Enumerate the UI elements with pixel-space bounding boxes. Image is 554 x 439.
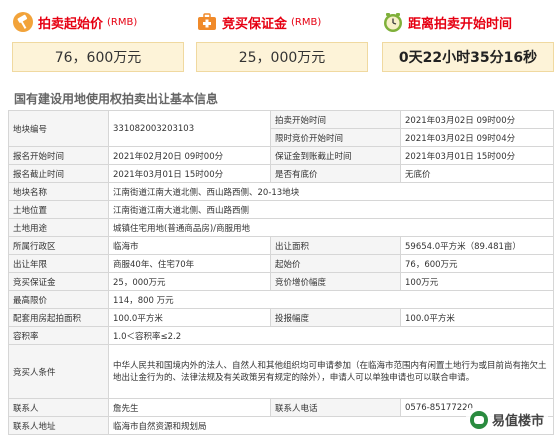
row-label: 限时竞价开始时间 [270,128,401,147]
countdown-card: 距离拍卖开始时间 0天22小时35分16秒 [382,8,554,72]
row-value: 2021年03月01日 15时00分 [400,146,554,165]
row-value: 中华人民共和国境内外的法人、自然人和其他组织均可申请参加（在临海市范围内有闲置土… [108,344,554,399]
row-label: 地块编号 [8,110,109,147]
start-price-currency: (RMB) [107,16,138,28]
row-label: 土地用途 [8,218,109,237]
row-label: 联系人地址 [8,416,109,435]
row-value: 2021年03月01日 15时00分 [108,164,271,183]
gavel-icon [12,11,34,33]
deposit-header: 竞买保证金 (RMB) [196,8,368,36]
start-price-value: 76，600万元 [12,42,184,72]
row-label: 容积率 [8,326,109,345]
row-value: 59654.0平方米（89.481亩） [400,236,554,255]
row-value: 2021年02月20日 09时00分 [108,146,271,165]
clock-icon [382,11,404,33]
row-label: 竞买保证金 [8,272,109,291]
row-value: 商服40年、住宅70年 [108,254,271,273]
watermark-text: 易值楼市 [491,414,544,429]
row-label: 是否有底价 [270,164,401,183]
row-value: 100.0平方米 [108,308,271,327]
start-price-label: 拍卖起始价 [38,16,104,32]
row-value: 江南街道江南大道北侧、西山路西侧、20-13地块 [108,182,554,201]
land-info-table: 地块编号 331082003203103 拍卖开始时间 2021年03月02日 … [8,110,554,435]
table-row: 报名截止时间 2021年03月01日 15时00分 是否有底价 无底价 [8,164,554,183]
table-row: 土地用途 城镇住宅用地(普通商品房)/商服用地 [8,218,554,237]
countdown-label: 距离拍卖开始时间 [408,16,513,32]
table-row: 地块编号 331082003203103 拍卖开始时间 2021年03月02日 … [8,110,554,147]
row-label: 报名截止时间 [8,164,109,183]
table-row: 容积率 1.0＜容积率≤2.2 [8,326,554,345]
deposit-label: 竞买保证金 [222,16,288,32]
deposit-card: 竞买保证金 (RMB) 25，000万元 [196,8,368,72]
deposit-currency: (RMB) [291,16,322,28]
countdown-value: 0天22小时35分16秒 [382,42,554,72]
medical-kit-icon [196,11,218,33]
start-price-card: 拍卖起始价 (RMB) 76，600万元 [12,8,184,72]
table-row: 最高限价 114，800 万元 [8,290,554,309]
row-label: 出让年限 [8,254,109,273]
row-label: 所属行政区 [8,236,109,255]
row-label: 保证金到账截止时间 [270,146,401,165]
row-value: 25，000万元 [108,272,271,291]
watermark: 易值楼市 [465,408,548,431]
row-label: 投报幅度 [270,308,401,327]
row-label: 配套用房起拍面积 [8,308,109,327]
wechat-logo-icon [469,410,488,429]
table-row: 土地位置 江南街道江南大道北侧、西山路西侧 [8,200,554,219]
row-label: 报名开始时间 [8,146,109,165]
row-value: 331082003203103 [108,110,271,147]
row-value: 无底价 [400,164,554,183]
row-label: 竞买人条件 [8,344,109,399]
table-row: 出让年限 商服40年、住宅70年 起始价 76，600万元 [8,254,554,273]
summary-cards: 拍卖起始价 (RMB) 76，600万元 竞买保证金 (RMB) 25，000万… [0,0,554,84]
row-label: 联系人 [8,398,109,417]
row-value: 76，600万元 [400,254,554,273]
row-value: 临海市 [108,236,271,255]
row-label: 出让面积 [270,236,401,255]
row-value: 詹先生 [108,398,271,417]
table-row: 配套用房起拍面积 100.0平方米 投报幅度 100.0平方米 [8,308,554,327]
row-value: 114，800 万元 [108,290,554,309]
row-value: 城镇住宅用地(普通商品房)/商服用地 [108,218,554,237]
row-value: 2021年03月02日 09时00分 [400,110,554,129]
countdown-header: 距离拍卖开始时间 [382,8,554,36]
start-price-header: 拍卖起始价 (RMB) [12,8,184,36]
table-row: 报名开始时间 2021年02月20日 09时00分 保证金到账截止时间 2021… [8,146,554,165]
row-value: 2021年03月02日 09时04分 [400,128,554,147]
section-title: 国有建设用地使用权拍卖出让基本信息 [14,92,219,106]
deposit-value: 25，000万元 [196,42,368,72]
row-label: 起始价 [270,254,401,273]
row-label: 地块名称 [8,182,109,201]
table-row: 竞买人条件 中华人民共和国境内外的法人、自然人和其他组织均可申请参加（在临海市范… [8,344,554,399]
table-row: 竞买保证金 25，000万元 竞价增价幅度 100万元 [8,272,554,291]
table-row: 所属行政区 临海市 出让面积 59654.0平方米（89.481亩） [8,236,554,255]
row-value: 100万元 [400,272,554,291]
row-label: 拍卖开始时间 [270,110,401,129]
table-row: 地块名称 江南街道江南大道北侧、西山路西侧、20-13地块 [8,182,554,201]
row-value: 100.0平方米 [400,308,554,327]
row-label: 土地位置 [8,200,109,219]
row-label: 竞价增价幅度 [270,272,401,291]
row-label: 最高限价 [8,290,109,309]
row-value: 1.0＜容积率≤2.2 [108,326,554,345]
row-label: 联系人电话 [270,398,401,417]
row-value: 江南街道江南大道北侧、西山路西侧 [108,200,554,219]
